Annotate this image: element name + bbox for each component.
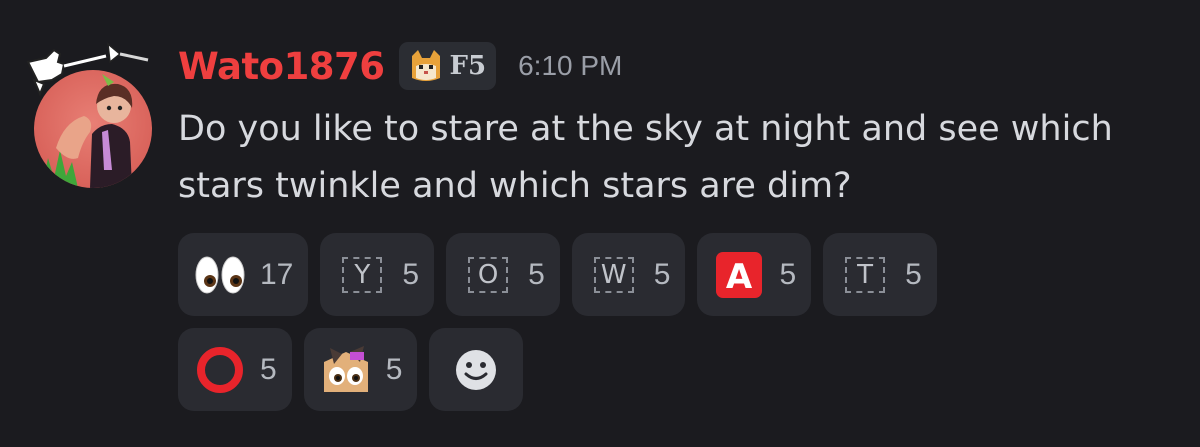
reaction-regional-o[interactable]: O 5 (446, 233, 560, 316)
eyes-emoji-icon (194, 249, 246, 301)
reaction-count: 5 (260, 352, 277, 386)
reaction-count: 5 (528, 257, 545, 291)
smiley-face-icon (456, 349, 497, 390)
regional-letter: W (593, 256, 634, 293)
reaction-regional-w[interactable]: W 5 (571, 233, 686, 316)
reaction-count: 5 (385, 352, 403, 386)
custom-eyes-face-icon (320, 344, 372, 396)
reaction-count: 5 (779, 257, 797, 291)
reaction-count: 5 (905, 257, 922, 291)
red-a-button-icon: A (713, 249, 765, 301)
timestamp[interactable]: 6:10 PM (518, 50, 622, 82)
cat-face-icon (411, 50, 440, 81)
avatar-container[interactable] (24, 40, 156, 188)
reaction-count: 5 (653, 257, 671, 291)
reaction-eyes[interactable]: 17 (178, 233, 309, 316)
regional-indicator-o-icon: O (462, 249, 514, 301)
reaction-red-circle[interactable]: 5 (178, 328, 292, 411)
pointing-hand-decoration-icon (26, 42, 149, 97)
server-tag[interactable]: F5 (398, 42, 497, 90)
regional-indicator-w-icon: W (588, 249, 640, 301)
regional-letter: T (845, 256, 886, 293)
reaction-red-a[interactable]: A 5 (697, 233, 812, 316)
add-reaction-button[interactable] (429, 328, 524, 411)
server-tag-text: F5 (449, 51, 487, 81)
reaction-regional-t[interactable]: T 5 (823, 233, 937, 316)
regional-indicator-t-icon: T (839, 249, 891, 301)
regional-letter: O (468, 256, 509, 293)
username[interactable]: Wato1876 (178, 45, 385, 88)
message-content: Do you like to stare at the sky at night… (178, 109, 1113, 206)
reaction-custom-eyes-face[interactable]: 5 (303, 328, 418, 411)
reaction-count: 5 (402, 257, 420, 291)
regional-indicator-y-icon: Y (336, 249, 388, 301)
reactions-bar: 17 Y 5 O 5 W 5 A 5 T 5 5 5 (178, 233, 1038, 411)
red-a-letter: A (726, 257, 753, 297)
message-header: Wato1876 F5 6:10 PM (178, 40, 622, 92)
reaction-count: 17 (260, 257, 294, 291)
reaction-regional-y[interactable]: Y 5 (320, 233, 435, 316)
regional-letter: Y (342, 256, 383, 293)
red-circle-icon (194, 344, 246, 396)
